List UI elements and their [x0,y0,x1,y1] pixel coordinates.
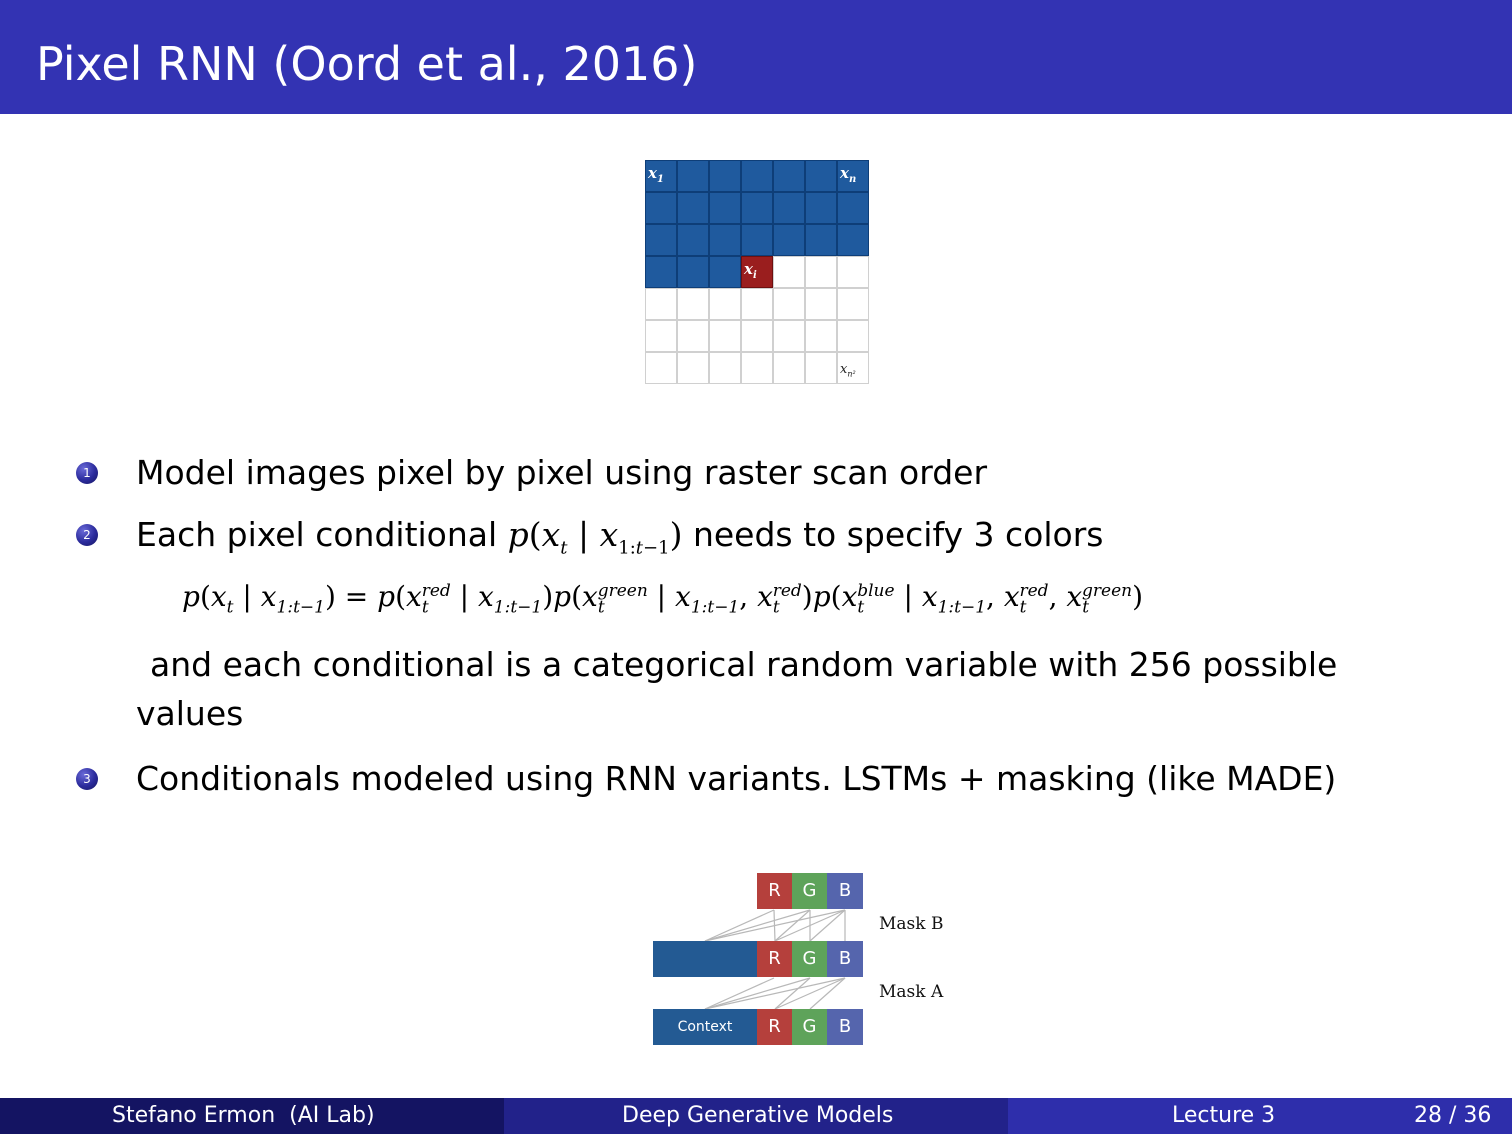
grid-cell [805,224,837,256]
middle-context-box [653,941,757,977]
top-r-box: R [757,873,792,909]
grid-cell [773,192,805,224]
grid-cell [837,320,869,352]
grid-cell [805,320,837,352]
grid-cell [773,320,805,352]
list-item-text: Model images pixel by pixel using raster… [136,453,988,492]
pixel-label: x1 [648,164,664,185]
grid-cell [677,320,709,352]
title-bar: Pixel RNN (Oord et al., 2016) [0,0,1512,114]
grid-cell [709,352,741,384]
inline-math: p(xt | x1:t−1) [507,515,683,559]
grid-cell [741,224,773,256]
top-g-box: G [792,873,827,909]
middle-g-box: G [792,941,827,977]
top-b-box: B [827,873,863,909]
middle-b-box: B [827,941,863,977]
grid-cell [645,192,677,224]
pixel-label: xn [840,164,857,185]
continuation-text: values [136,694,244,733]
grid-cell [837,288,869,320]
grid-cell [677,160,709,192]
grid-cell: xn [837,160,869,192]
footer-course-section: Deep Generative Models [504,1098,1008,1134]
grid-cell [773,224,805,256]
footer-lecture: Lecture 3 [1172,1103,1276,1128]
grid-cell [805,288,837,320]
grid-cell [709,320,741,352]
grid-cell [837,256,869,288]
grid-cell [709,288,741,320]
bottom-r-box: R [757,1009,792,1045]
masking-diagram: R G B R G B Context R G B Mask B Mask A [650,870,970,1050]
bottom-g-box: G [792,1009,827,1045]
list-item-text: Conditionals modeled using RNN variants.… [136,759,1337,798]
item-text-after: needs to specify 3 colors [682,515,1104,554]
grid-cell [741,352,773,384]
grid-cell [805,192,837,224]
grid-cell [773,288,805,320]
grid-cell [677,192,709,224]
bottom-b-box: B [827,1009,863,1045]
grid-cell [805,352,837,384]
grid-cell [677,224,709,256]
footer-author: Stefano Ermon (AI Lab) [112,1103,375,1128]
conditional-equation: p(xt | x1:t−1) = p(xtred | x1:t−1)p(xtgr… [182,580,1144,618]
pixel-label: xi [744,260,757,281]
mask-a-label: Mask A [879,982,944,1002]
grid-cell [805,160,837,192]
grid-cell [773,352,805,384]
grid-cell [645,320,677,352]
footer-lecture-section: Lecture 3 28 / 36 [1008,1098,1512,1134]
grid-cell [805,256,837,288]
slide-title: Pixel RNN (Oord et al., 2016) [36,37,698,91]
grid-cell [837,224,869,256]
footer-course: Deep Generative Models [622,1103,894,1128]
footer: Stefano Ermon (AI Lab) Deep Generative M… [0,1098,1512,1134]
continuation-text: and each conditional is a categorical ra… [150,645,1338,684]
mask-b-label: Mask B [879,914,944,934]
current-pixel-cell: xi [741,256,773,288]
grid-cell [677,288,709,320]
footer-page-number: 28 / 36 [1414,1103,1492,1128]
grid-cell [837,192,869,224]
grid-cell [709,224,741,256]
grid-cell [773,256,805,288]
grid-cell: xn² [837,352,869,384]
grid-cell [741,160,773,192]
bullet-number: 1 [76,462,98,484]
grid-cell [741,320,773,352]
grid-cell [773,160,805,192]
pixel-label: xn² [840,362,856,379]
bullet-number: 2 [76,524,98,546]
footer-author-section: Stefano Ermon (AI Lab) [0,1098,504,1134]
grid-cell [741,288,773,320]
bullet-number: 3 [76,768,98,790]
grid-cell [741,192,773,224]
grid-cell [677,256,709,288]
list-item-text: Each pixel conditional p(xt | x1:t−1) ne… [136,515,1103,569]
grid-cell [645,288,677,320]
grid-cell [709,256,741,288]
grid-cell [677,352,709,384]
bottom-context-box: Context [653,1009,757,1045]
grid-cell: x1 [645,160,677,192]
grid-cell [709,192,741,224]
grid-cell [645,256,677,288]
middle-r-box: R [757,941,792,977]
grid-cell [645,352,677,384]
grid-cell [709,160,741,192]
grid-cell [645,224,677,256]
raster-scan-grid: x1 xn xi xn² [645,160,869,384]
item-text-before: Each pixel conditional [136,515,508,554]
